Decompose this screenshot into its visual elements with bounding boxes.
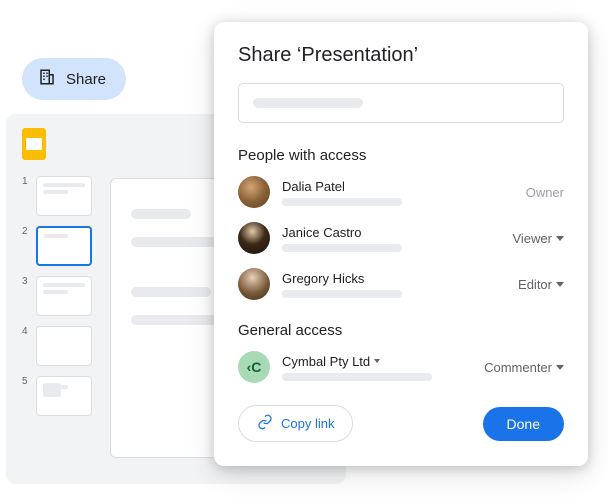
org-sub-placeholder (282, 373, 432, 381)
share-chip[interactable]: Share (22, 58, 126, 100)
chevron-down-icon (556, 236, 564, 241)
done-button[interactable]: Done (483, 407, 564, 441)
input-placeholder (253, 98, 363, 108)
person-email-placeholder (282, 290, 402, 298)
slide-thumbnail[interactable] (36, 176, 92, 216)
person-row: Dalia Patel Owner (238, 176, 564, 208)
slide-thumbnail[interactable] (36, 326, 92, 366)
role-dropdown[interactable]: Viewer (512, 231, 564, 246)
person-row: Janice Castro Viewer (238, 222, 564, 254)
person-email-placeholder (282, 244, 402, 252)
avatar (238, 176, 270, 208)
dialog-title: Share ‘Presentation’ (238, 44, 564, 67)
person-name: Dalia Patel (282, 179, 514, 194)
avatar (238, 222, 270, 254)
copy-link-button[interactable]: Copy link (238, 405, 353, 442)
share-chip-label: Share (66, 71, 106, 88)
general-access-heading: General access (238, 322, 564, 339)
role-dropdown[interactable]: Editor (518, 277, 564, 292)
org-badge-icon: ‹C (238, 351, 270, 383)
slide-thumbnails: 1 2 3 4 5 (22, 176, 92, 458)
avatar (238, 268, 270, 300)
copy-link-label: Copy link (281, 416, 334, 431)
thumb-number: 1 (22, 176, 30, 187)
thumb-number: 4 (22, 326, 30, 337)
slides-logo-icon (22, 128, 46, 160)
role-dropdown[interactable]: Commenter (484, 360, 564, 375)
person-name: Gregory Hicks (282, 271, 506, 286)
thumb-number: 2 (22, 226, 30, 237)
chevron-down-icon (556, 365, 564, 370)
building-icon (38, 68, 56, 90)
thumb-number: 3 (22, 276, 30, 287)
person-email-placeholder (282, 198, 402, 206)
thumb-number: 5 (22, 376, 30, 387)
chevron-down-icon (374, 359, 380, 363)
link-icon (257, 414, 273, 433)
org-name-dropdown[interactable]: Cymbal Pty Ltd (282, 354, 472, 369)
slide-thumbnail[interactable] (36, 376, 92, 416)
role-owner: Owner (526, 185, 564, 200)
slide-thumbnail[interactable] (36, 276, 92, 316)
share-dialog: Share ‘Presentation’ People with access … (214, 22, 588, 466)
slide-thumbnail[interactable] (36, 226, 92, 266)
org-row: ‹C Cymbal Pty Ltd Commenter (238, 351, 564, 383)
people-access-heading: People with access (238, 147, 564, 164)
chevron-down-icon (556, 282, 564, 287)
add-people-input[interactable] (238, 83, 564, 123)
person-row: Gregory Hicks Editor (238, 268, 564, 300)
person-name: Janice Castro (282, 225, 500, 240)
